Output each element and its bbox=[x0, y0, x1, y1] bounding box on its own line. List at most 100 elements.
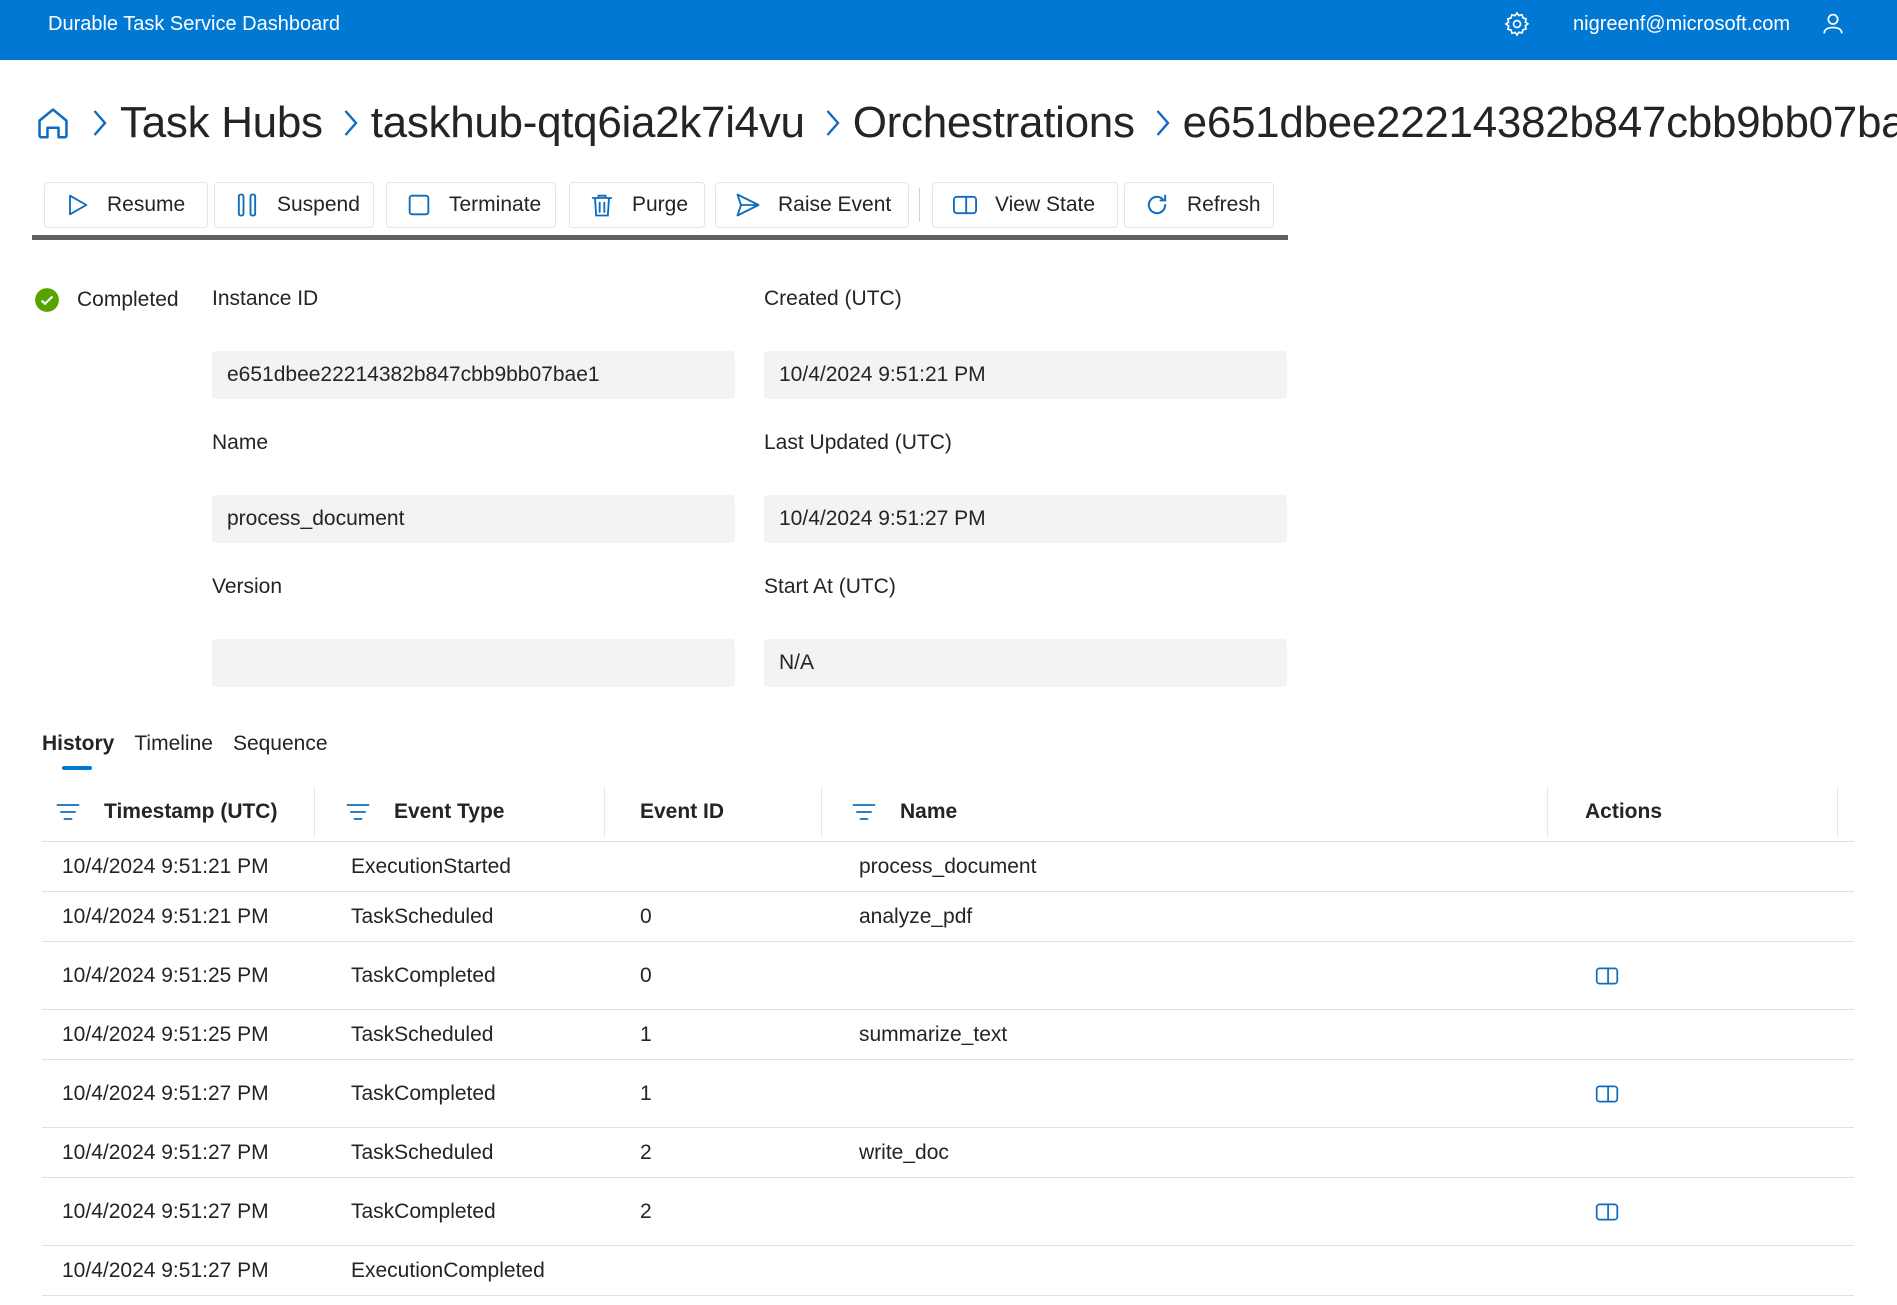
table-row[interactable]: 10/4/2024 9:51:27 PM TaskCompleted 2 bbox=[42, 1178, 1854, 1246]
cell-timestamp: 10/4/2024 9:51:27 PM bbox=[62, 1199, 269, 1223]
person-icon[interactable] bbox=[1819, 10, 1847, 38]
chevron-right-icon bbox=[93, 110, 107, 136]
suspend-button[interactable]: Suspend bbox=[214, 182, 374, 228]
start-at-label: Start At (UTC) bbox=[764, 575, 896, 598]
suspend-label: Suspend bbox=[277, 193, 360, 216]
pause-icon bbox=[237, 193, 257, 217]
home-icon[interactable] bbox=[34, 103, 72, 143]
cell-event-id: 0 bbox=[640, 963, 652, 987]
cell-event-type: ExecutionStarted bbox=[351, 854, 511, 878]
tab-sequence[interactable]: Sequence bbox=[233, 732, 328, 764]
resume-label: Resume bbox=[107, 193, 186, 216]
last-updated-field[interactable]: 10/4/2024 9:51:27 PM bbox=[764, 495, 1287, 543]
cell-timestamp: 10/4/2024 9:51:27 PM bbox=[62, 1258, 269, 1282]
filter-icon[interactable] bbox=[344, 798, 372, 826]
column-divider[interactable] bbox=[1837, 786, 1838, 838]
table-row[interactable]: 10/4/2024 9:51:25 PM TaskScheduled 1 summar… bbox=[42, 1010, 1854, 1060]
table-row[interactable]: 10/4/2024 9:51:27 PM TaskCompleted 1 bbox=[42, 1060, 1854, 1128]
column-divider[interactable] bbox=[604, 786, 605, 838]
chevron-right-icon bbox=[344, 110, 358, 136]
view-details-button[interactable] bbox=[1594, 1060, 1620, 1127]
instance-id-field[interactable]: e651dbee22214382b847cbb9bb07bae1 bbox=[212, 351, 735, 399]
cell-event-type: ExecutionCompleted bbox=[351, 1258, 545, 1282]
instance-id-label: Instance ID bbox=[212, 287, 319, 310]
table-row[interactable]: 10/4/2024 9:51:27 PM TaskScheduled 2 write_… bbox=[42, 1128, 1854, 1178]
filter-icon[interactable] bbox=[850, 798, 878, 826]
panel-icon bbox=[1595, 1203, 1619, 1220]
cell-event-id: 2 bbox=[640, 1199, 652, 1223]
cell-event-id: 1 bbox=[640, 1081, 652, 1105]
toolbar-divider bbox=[919, 188, 920, 222]
column-divider[interactable] bbox=[314, 786, 315, 838]
column-header-event-id[interactable]: Event ID bbox=[640, 782, 724, 842]
chevron-right-icon bbox=[826, 110, 840, 136]
created-label: Created (UTC) bbox=[764, 287, 902, 310]
app-title[interactable]: Durable Task Service Dashboard bbox=[48, 12, 340, 36]
top-bar: Durable Task Service Dashboard nigreenf@… bbox=[0, 0, 1897, 60]
view-state-button[interactable]: View State bbox=[932, 182, 1118, 228]
tab-history[interactable]: History bbox=[42, 732, 114, 770]
raise-event-label: Raise Event bbox=[778, 193, 892, 216]
column-label: Timestamp (UTC) bbox=[104, 800, 278, 823]
cell-event-type: TaskCompleted bbox=[351, 1081, 496, 1105]
column-header-event-type[interactable]: Event Type bbox=[344, 782, 504, 842]
last-updated-label: Last Updated (UTC) bbox=[764, 431, 952, 454]
terminate-button[interactable]: Terminate bbox=[386, 182, 556, 228]
column-divider[interactable] bbox=[1547, 786, 1548, 838]
name-field[interactable]: process_document bbox=[212, 495, 735, 543]
table-header: Timestamp (UTC) Event Type Event ID Name… bbox=[42, 782, 1854, 842]
table-body: 10/4/2024 9:51:21 PM ExecutionStarted proc… bbox=[42, 842, 1854, 1296]
cell-name: analyze_pdf bbox=[859, 904, 973, 928]
resume-button[interactable]: Resume bbox=[44, 182, 208, 228]
column-divider[interactable] bbox=[821, 786, 822, 838]
status-badge: Completed bbox=[34, 287, 179, 313]
table-row[interactable]: 10/4/2024 9:51:25 PM TaskCompleted 0 bbox=[42, 942, 1854, 1010]
column-label: Event ID bbox=[640, 800, 725, 823]
breadcrumb: Task Hubs taskhub-qtq6ia2k7i4vu Orchestr… bbox=[34, 98, 1897, 148]
version-field[interactable] bbox=[212, 639, 735, 687]
cell-timestamp: 10/4/2024 9:51:27 PM bbox=[62, 1140, 269, 1164]
start-at-field[interactable]: N/A bbox=[764, 639, 1287, 687]
refresh-icon bbox=[1147, 194, 1167, 215]
table-row[interactable]: 10/4/2024 9:51:21 PM ExecutionStarted proc… bbox=[42, 842, 1854, 892]
cell-event-type: TaskCompleted bbox=[351, 1199, 496, 1223]
raise-event-button[interactable]: Raise Event bbox=[715, 182, 909, 228]
tab-list: History Timeline Sequence bbox=[42, 732, 348, 770]
name-label: Name bbox=[212, 431, 269, 454]
cell-timestamp: 10/4/2024 9:51:27 PM bbox=[62, 1081, 269, 1105]
filter-icon[interactable] bbox=[54, 798, 82, 826]
play-icon bbox=[69, 194, 88, 216]
table-row[interactable]: 10/4/2024 9:51:27 PM ExecutionCompleted bbox=[42, 1246, 1854, 1296]
column-header-actions: Actions bbox=[1585, 782, 1662, 842]
gear-icon[interactable] bbox=[1503, 10, 1531, 38]
created-field[interactable]: 10/4/2024 9:51:21 PM bbox=[764, 351, 1287, 399]
cell-event-id: 1 bbox=[640, 1022, 652, 1046]
terminate-label: Terminate bbox=[449, 193, 542, 216]
status-label: Completed bbox=[77, 288, 179, 311]
view-details-button[interactable] bbox=[1594, 1178, 1620, 1245]
refresh-label: Refresh bbox=[1187, 193, 1261, 216]
breadcrumb-taskhub[interactable]: taskhub-qtq6ia2k7i4vu bbox=[371, 98, 805, 148]
view-details-button[interactable] bbox=[1594, 942, 1620, 1009]
send-icon bbox=[736, 193, 760, 217]
purge-button[interactable]: Purge bbox=[569, 182, 705, 228]
column-label: Actions bbox=[1585, 800, 1663, 823]
refresh-button[interactable]: Refresh bbox=[1124, 182, 1274, 228]
cell-timestamp: 10/4/2024 9:51:21 PM bbox=[62, 854, 269, 878]
breadcrumb-instance: e651dbee22214382b847cbb9bb07bae1 bbox=[1182, 98, 1897, 147]
cell-event-type: TaskScheduled bbox=[351, 1140, 494, 1164]
tab-timeline[interactable]: Timeline bbox=[134, 732, 213, 764]
cell-timestamp: 10/4/2024 9:51:25 PM bbox=[62, 963, 269, 987]
breadcrumb-task-hubs[interactable]: Task Hubs bbox=[120, 98, 323, 148]
checkmark-circle-icon bbox=[35, 288, 59, 312]
table-row[interactable]: 10/4/2024 9:51:21 PM TaskScheduled 0 analyz… bbox=[42, 892, 1854, 942]
column-header-name[interactable]: Name bbox=[850, 782, 957, 842]
user-email[interactable]: nigreenf@microsoft.com bbox=[1573, 12, 1790, 36]
cell-event-id: 2 bbox=[640, 1140, 652, 1164]
version-label: Version bbox=[212, 575, 283, 598]
cell-event-type: TaskScheduled bbox=[351, 1022, 494, 1046]
breadcrumb-orchestrations[interactable]: Orchestrations bbox=[853, 98, 1135, 148]
purge-label: Purge bbox=[632, 193, 689, 216]
column-label: Event Type bbox=[394, 800, 505, 823]
column-header-timestamp[interactable]: Timestamp (UTC) bbox=[54, 782, 277, 842]
